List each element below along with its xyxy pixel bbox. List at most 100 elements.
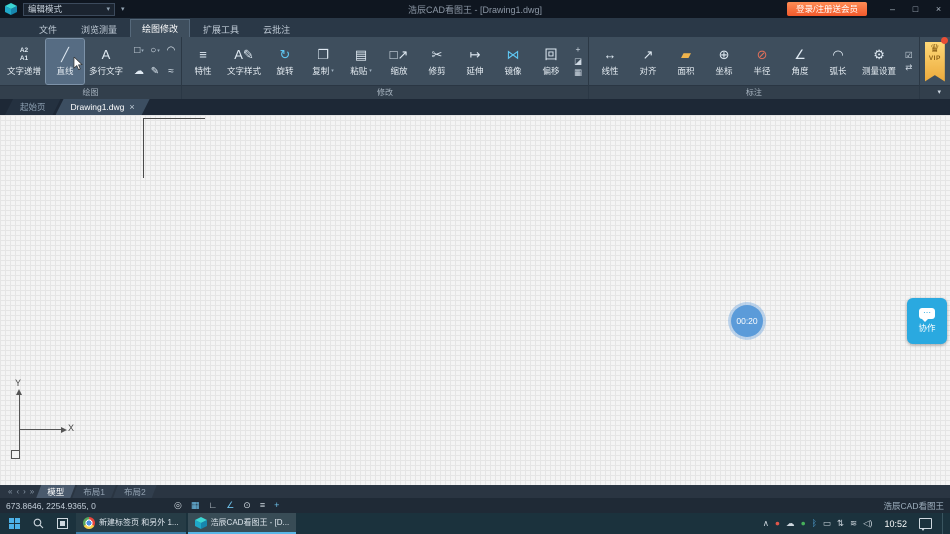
close-tab-icon[interactable]: × [129,102,134,112]
tab-layout2[interactable]: 布局2 [113,485,157,498]
search-icon [33,518,43,529]
rectangle-tool-icon[interactable]: □ ▾ [131,40,147,61]
system-tray: ∧ ● ☁ ● ᛒ ▭ ⇅ ≋ ◁) 10:52 [763,513,950,534]
copy-button[interactable]: ❐ 复制 ▾ [304,39,342,84]
area-button[interactable]: ▰ 面积 [667,39,705,84]
battery-icon[interactable]: ▭ [823,519,831,528]
tab-start-page[interactable]: 起始页 [5,99,61,115]
lineweight-toggle-icon[interactable]: ≡ [260,501,265,510]
extend-button[interactable]: ↦ 延伸 [456,39,494,84]
group-label-draw: 绘图 [0,85,181,99]
cloud-tool-icon[interactable]: ☁ [131,61,147,82]
wifi-icon[interactable]: ≋ [850,519,857,528]
circle-tool-icon[interactable]: ○ ▾ [147,40,163,61]
volume-icon[interactable]: ◁) [863,519,872,528]
windows-taskbar: 新建标签页 和另外 1... 浩辰CAD看图王 - [D... ∧ ● ☁ ● … [0,513,950,534]
drawing-canvas[interactable]: Y X 00:20 ⋯ 协作 [0,115,950,485]
dim-swap-icon[interactable]: ⇄ [905,62,913,72]
tab-file[interactable]: 文件 [28,21,68,37]
mirror-button[interactable]: ⋈ 镜像 [494,39,532,84]
title-bar: 编辑模式 ▾ ▾ 浩辰CAD看图王 - [Drawing1.dwg] 登录/注册… [0,0,950,18]
login-register-button[interactable]: 登录/注册送会员 [787,2,867,16]
mouse-cursor-icon [73,56,83,70]
properties-icon: ≡ [199,47,207,62]
point-tool-icon[interactable]: + [574,45,582,54]
taskbar-clock[interactable]: 10:52 [884,519,907,529]
measure-settings-button[interactable]: ⚙ 测量设置 [857,39,901,84]
hidden-icons-chevron[interactable]: ∧ [763,519,769,528]
show-desktop-button[interactable] [942,513,946,534]
radius-button[interactable]: ⊘ 半径 [743,39,781,84]
tab-browse-measure[interactable]: 浏览测量 [70,21,128,37]
erase-tool-icon[interactable]: ◪ [574,57,582,66]
close-button[interactable]: × [927,0,950,18]
modify-mini-tools: + ◪ ▦ [574,45,582,77]
coordinate-button[interactable]: ⊕ 坐标 [705,39,743,84]
rotate-button[interactable]: ↻ 旋转 [266,39,304,84]
tab-extended-tools[interactable]: 扩展工具 [192,21,250,37]
arc-length-button[interactable]: ◠ 弧长 [819,39,857,84]
explode-tool-icon[interactable]: ▦ [574,68,582,77]
chat-icon: ⋯ [919,308,935,322]
tab-model[interactable]: 模型 [36,485,75,498]
tab-cloud-annotation[interactable]: 云批注 [252,21,301,37]
ucs-x-label: X [68,423,75,433]
scale-button[interactable]: □↗ 缩放 [380,39,418,84]
last-layout-icon[interactable]: » [30,487,34,496]
ortho-toggle-icon[interactable]: ∟ [208,501,217,510]
minimize-button[interactable]: – [881,0,904,18]
first-layout-icon[interactable]: « [8,487,12,496]
maximize-button[interactable]: □ [904,0,927,18]
vip-label: VIP [928,54,941,62]
search-button[interactable] [26,513,50,534]
network-icon[interactable]: ⇅ [837,519,844,528]
grid-toggle-icon[interactable]: ▦ [191,501,200,510]
line-button[interactable]: ╱ 直线 [45,37,85,85]
polar-toggle-icon[interactable]: ∠ [226,501,234,510]
app-logo-icon [5,3,17,15]
onedrive-cloud-icon[interactable]: ☁ [786,519,795,528]
arc-tool-icon[interactable]: ◠ [163,40,179,61]
trim-button[interactable]: ✂ 修剪 [418,39,456,84]
quick-access-caret-icon[interactable]: ▾ [121,6,125,13]
prev-layout-icon[interactable]: ‹ [16,487,19,496]
next-layout-icon[interactable]: › [23,487,26,496]
paste-button[interactable]: ▤ 粘贴 ▾ [342,39,380,84]
tab-draw-modify[interactable]: 绘图修改 [130,19,191,37]
tray-app-red-icon[interactable]: ● [775,519,780,528]
ribbon-group-modify: ≡ 特性 A✎ 文字样式 ↻ 旋转 ❐ 复制 ▾ ▤ 粘贴 ▾ □↗ 缩放 ✂ … [182,37,590,99]
notification-dot [941,37,948,44]
fullscreen-toggle-icon[interactable]: ◎ [174,501,182,510]
action-center-icon[interactable] [919,518,932,531]
text-style-button[interactable]: A✎ 文字样式 [222,39,266,84]
rotate-icon: ↻ [279,47,291,62]
collaborate-button[interactable]: ⋯ 协作 [907,298,947,344]
taskbar-app-chrome[interactable]: 新建标签页 和另外 1... [76,513,186,534]
bluetooth-icon[interactable]: ᛒ [812,519,817,528]
start-button[interactable] [2,513,26,534]
offset-button[interactable]: 回 偏移 [532,39,570,84]
dim-list-icon[interactable]: ☑ [905,51,913,60]
ribbon-collapse-icon[interactable]: ▾ [937,86,941,99]
collab-timer-badge[interactable]: 00:20 [731,305,763,337]
freehand-tool-icon[interactable]: ✎ [147,61,163,82]
spline-tool-icon[interactable]: ≈ [163,61,179,82]
ribbon: A2 A1 文字递增 ╱ 直线 A 多行文字 □ ▾ ○ ▾ ◠ ☁ ✎ ≈ 绘… [0,37,950,99]
tab-layout1[interactable]: 布局1 [72,485,116,498]
vip-button[interactable]: ♛ VIP [924,41,945,82]
tab-drawing1[interactable]: Drawing1.dwg × [56,99,150,115]
tray-app-green-icon[interactable]: ● [801,519,806,528]
mtext-button[interactable]: A 多行文字 [84,39,128,84]
text-increment-button[interactable]: A2 A1 文字递增 [2,39,46,84]
linear-dim-button[interactable]: ↔ 线性 [591,39,629,84]
crown-icon: ♛ [929,42,940,55]
properties-button[interactable]: ≡ 特性 [184,39,222,84]
osnap-toggle-icon[interactable]: ⊙ [243,501,251,510]
crosshair-toggle-icon[interactable]: + [274,501,279,510]
mirror-icon: ⋈ [506,47,520,62]
angle-button[interactable]: ∠ 角度 [781,39,819,84]
edit-mode-dropdown[interactable]: 编辑模式 ▾ [23,2,115,16]
taskbar-app-cad[interactable]: 浩辰CAD看图王 - [D... [187,513,297,534]
aligned-dim-button[interactable]: ↗ 对齐 [629,39,667,84]
task-view-button[interactable] [50,513,74,534]
